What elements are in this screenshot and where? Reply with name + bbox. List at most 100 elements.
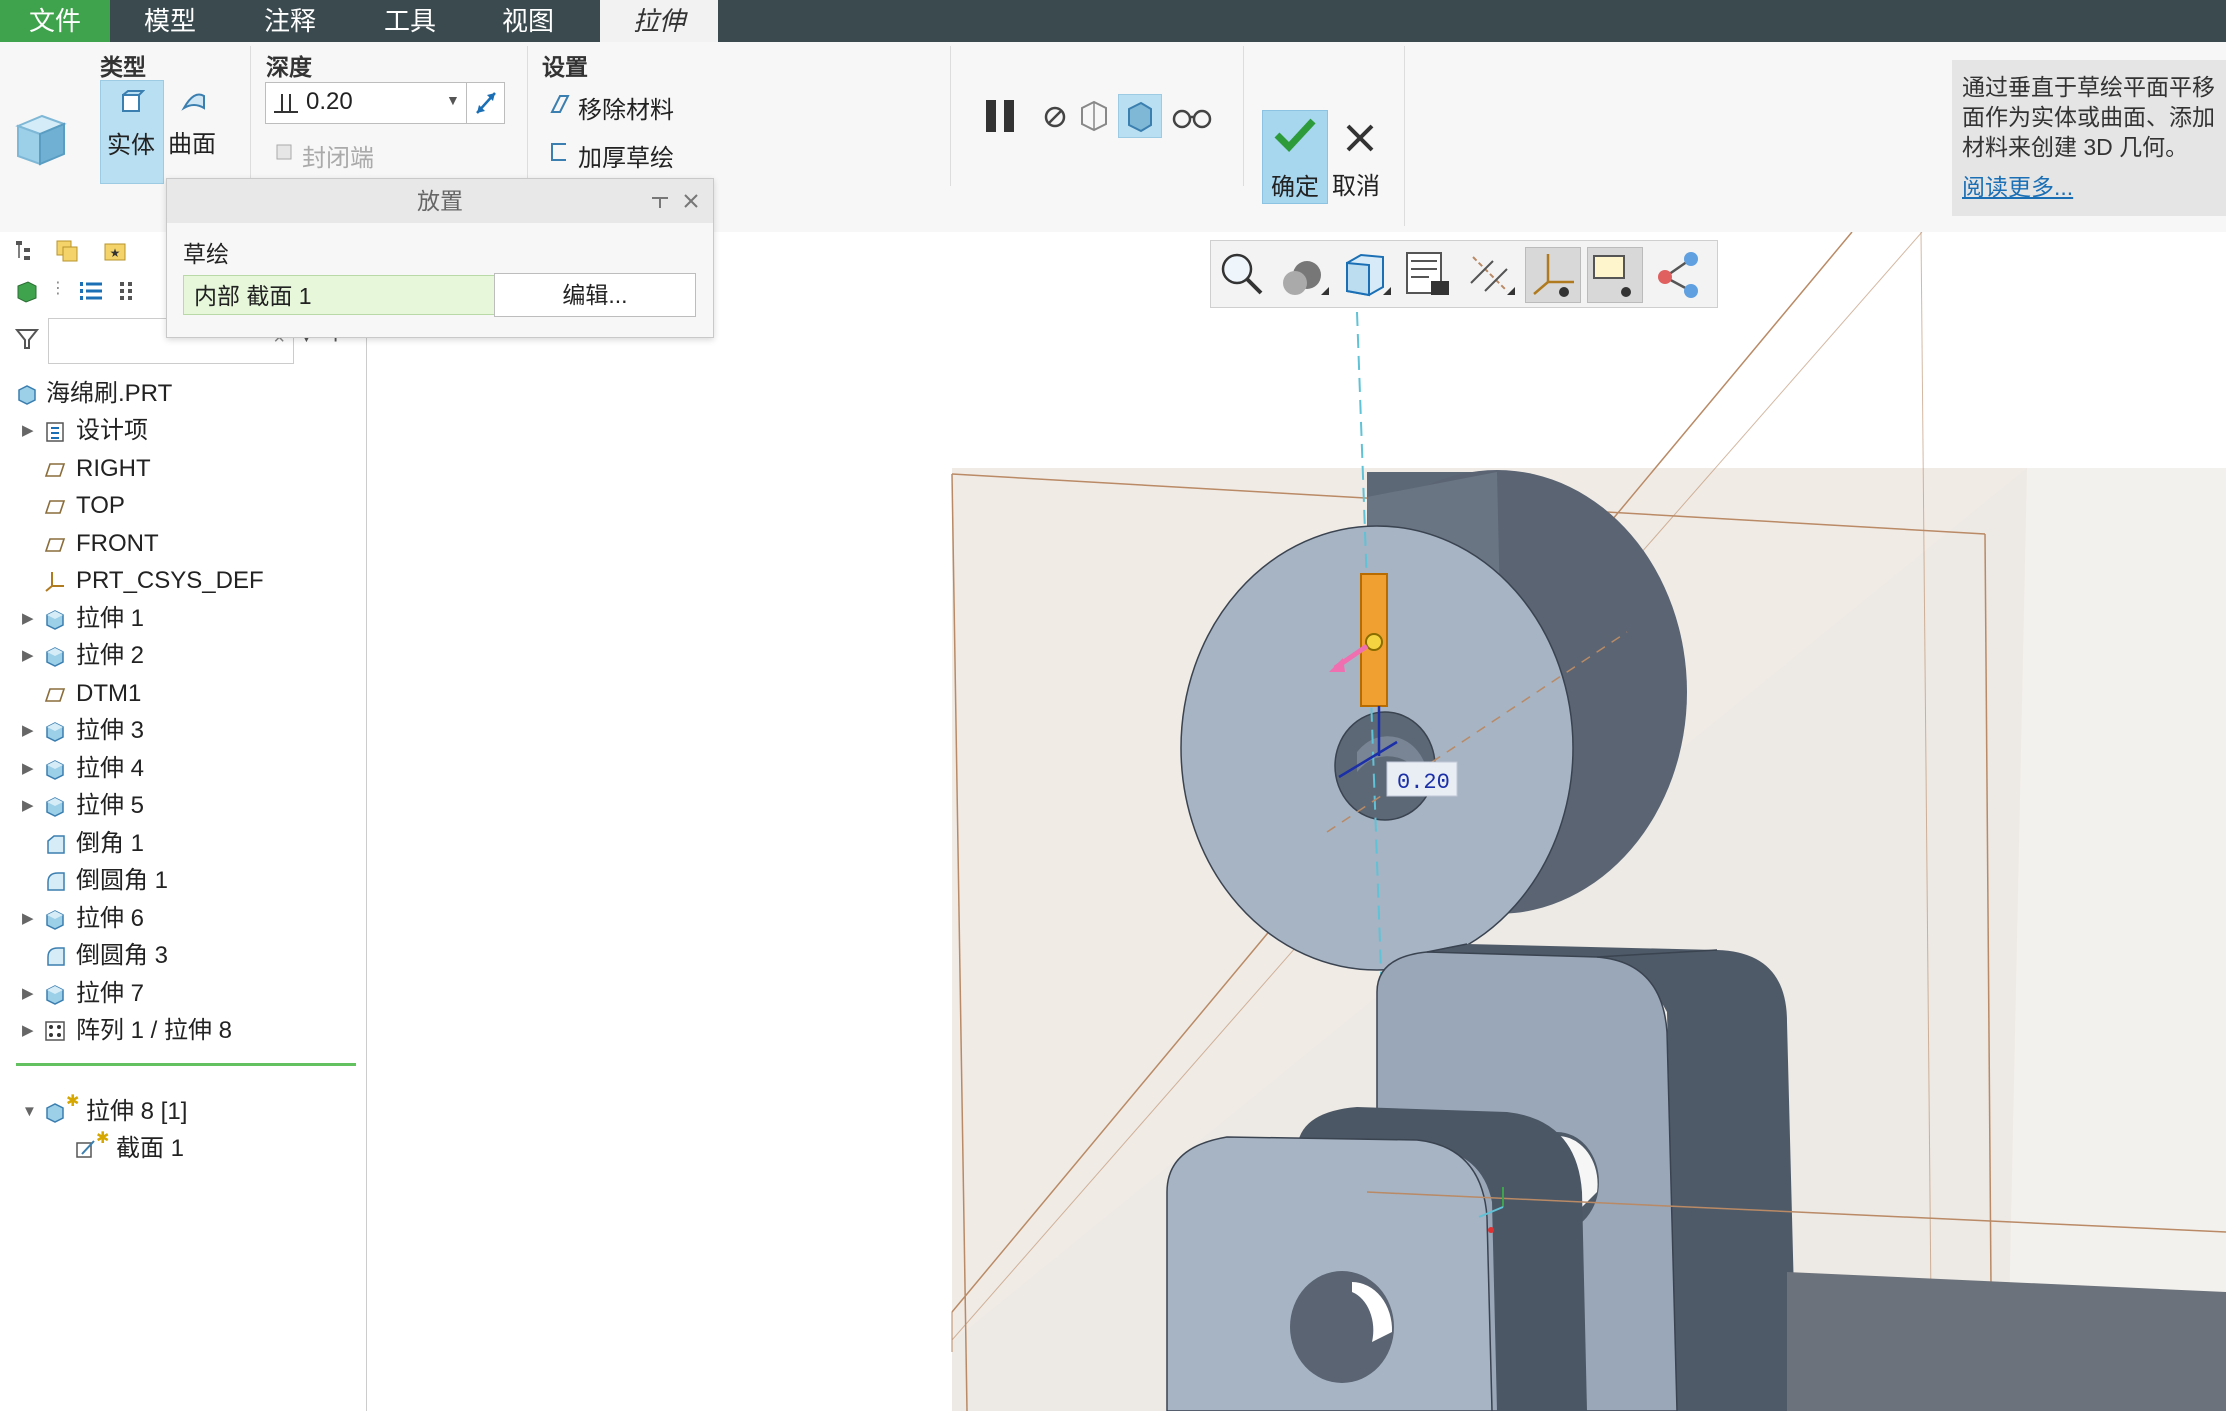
tree-item-label: 阵列 1 / 拉伸 8 bbox=[76, 1017, 233, 1044]
solid-button[interactable]: 实体 bbox=[100, 80, 164, 184]
tree-item-label: 拉伸 6 bbox=[76, 904, 145, 932]
cancel-label: 取消 bbox=[1332, 173, 1380, 200]
expand-icon[interactable]: ▶ bbox=[22, 901, 34, 937]
menu-annotate[interactable]: 注释 bbox=[250, 0, 330, 42]
new-section-star-icon: ✱ bbox=[96, 1130, 110, 1147]
view-toolbar bbox=[1210, 240, 1718, 308]
annotation-display-icon bbox=[1593, 255, 1631, 297]
menu-file[interactable]: 文件 bbox=[0, 0, 110, 42]
expand-icon[interactable]: ▶ bbox=[22, 713, 34, 749]
tree-item-label: 倒圆角 1 bbox=[76, 867, 169, 894]
drag-handle[interactable] bbox=[1365, 633, 1383, 651]
model-tree-tab-icon[interactable] bbox=[14, 238, 38, 264]
menu-model[interactable]: 模型 bbox=[130, 0, 210, 42]
part-display-icon[interactable] bbox=[14, 278, 40, 304]
depth-group-title: 深度 bbox=[266, 54, 312, 80]
placement-title: 放置 bbox=[167, 179, 713, 223]
extrude-icon bbox=[46, 722, 64, 742]
chamfer-icon bbox=[47, 834, 65, 854]
sketch-collector-field[interactable]: 内部 截面 1 bbox=[183, 275, 505, 315]
expand-icon[interactable]: ▶ bbox=[22, 976, 34, 1012]
extrude-icon bbox=[46, 909, 64, 930]
csys-display-button[interactable] bbox=[1525, 247, 1581, 303]
remove-material-toggle[interactable]: 移除材料 bbox=[548, 88, 698, 124]
thicken-sketch-icon bbox=[551, 143, 566, 161]
expand-icon[interactable]: ▶ bbox=[22, 1013, 34, 1049]
show-columns-icon[interactable] bbox=[114, 278, 140, 304]
annotation-display-button[interactable] bbox=[1587, 247, 1643, 303]
menu-extrude[interactable]: 拉伸 bbox=[600, 0, 718, 42]
base-block bbox=[1787, 1272, 2226, 1411]
depth-input[interactable]: 0.20 ▼ bbox=[265, 82, 505, 124]
remove-material-label: 移除材料 bbox=[578, 97, 674, 124]
expand-icon[interactable]: ▶ bbox=[22, 413, 34, 449]
tree-settings-icon[interactable] bbox=[78, 278, 104, 304]
graphics-viewport[interactable]: 0.20 bbox=[367, 232, 2226, 1411]
placement-panel: 放置 草绘 内部 截面 1 编辑... bbox=[166, 178, 714, 338]
saved-orientations-icon[interactable] bbox=[1339, 247, 1393, 301]
depth-value: 0.20 bbox=[306, 88, 353, 115]
cancel-button[interactable]: 取消 bbox=[1330, 110, 1392, 202]
tree-item-label: DTM1 bbox=[76, 679, 142, 707]
expand-icon[interactable]: ▶ bbox=[22, 601, 34, 637]
tree-item-label: RIGHT bbox=[76, 454, 151, 482]
thicken-sketch-toggle[interactable]: 加厚草绘 bbox=[548, 136, 698, 172]
tree-item-label: FRONT bbox=[76, 529, 159, 557]
verify-mode-icon[interactable] bbox=[1170, 102, 1214, 132]
spin-center-icon[interactable] bbox=[1651, 247, 1705, 301]
tree-item-label: 拉伸 5 bbox=[76, 792, 145, 819]
datum-plane-icon bbox=[44, 462, 66, 477]
geometry-preview-icon[interactable] bbox=[1076, 98, 1112, 134]
chevron-down-icon[interactable]: ▼ bbox=[446, 92, 460, 108]
collapse-icon[interactable]: ▼ bbox=[22, 1094, 37, 1130]
flip-direction-button[interactable] bbox=[466, 83, 504, 123]
part-icon bbox=[18, 385, 36, 405]
no-preview-icon[interactable] bbox=[1040, 102, 1070, 132]
extrude-icon bbox=[46, 984, 64, 1005]
menu-view[interactable]: 视图 bbox=[488, 0, 568, 42]
datum-plane-icon bbox=[44, 687, 66, 702]
read-more-link[interactable]: 阅读更多... bbox=[1962, 168, 2073, 202]
pin-icon[interactable] bbox=[649, 193, 671, 211]
csys-display-icon bbox=[1533, 254, 1574, 297]
favorites-tab-icon[interactable]: ★ bbox=[102, 238, 128, 264]
help-info-box: 通过垂直于草绘平面平移 面作为实体或曲面、添加 材料来创建 3D 几何。 阅读更… bbox=[1952, 60, 2226, 216]
display-style-icon[interactable] bbox=[1277, 247, 1331, 301]
insert-here-indicator[interactable] bbox=[16, 1063, 356, 1066]
datum-plane-icon bbox=[44, 500, 66, 514]
feature-preview-button[interactable] bbox=[1118, 94, 1162, 138]
model-tree-panel: ★ ⋮ × ▼ + 海绵刷.PRT ▶设计项RIGHTTOPFRONTPRT_C… bbox=[0, 232, 367, 1411]
close-panel-icon[interactable] bbox=[681, 191, 701, 211]
menu-tools[interactable]: 工具 bbox=[370, 0, 450, 42]
edit-sketch-button[interactable]: 编辑... bbox=[494, 273, 696, 317]
ok-label: 确定 bbox=[1271, 174, 1319, 201]
datum-display-icon[interactable] bbox=[1463, 247, 1517, 301]
view-manager-icon[interactable] bbox=[1401, 247, 1455, 301]
checkmark-icon bbox=[1274, 118, 1316, 153]
help-text: 通过垂直于草绘平面平移 面作为实体或曲面、添加 材料来创建 3D 几何。 bbox=[1962, 74, 2215, 160]
tree-root-label: 海绵刷.PRT bbox=[46, 380, 173, 407]
model-graphics[interactable]: 0.20 bbox=[367, 232, 2226, 1411]
flip-direction-icon bbox=[476, 92, 496, 114]
new-feature-star-icon: ✱ bbox=[66, 1093, 80, 1110]
tree-item-label: 拉伸 3 bbox=[76, 717, 145, 744]
tree-item-label: 拉伸 1 bbox=[76, 604, 145, 632]
expand-icon[interactable]: ▶ bbox=[22, 788, 34, 824]
cap-ends-label: 封闭端 bbox=[302, 145, 374, 172]
dimension-label[interactable]: 0.20 bbox=[1397, 770, 1450, 795]
surface-label: 曲面 bbox=[168, 131, 216, 158]
surface-button[interactable]: 曲面 bbox=[164, 80, 224, 182]
expand-icon[interactable]: ▶ bbox=[22, 751, 34, 787]
layer-tab-icon[interactable] bbox=[54, 238, 80, 264]
pattern-icon bbox=[45, 1021, 65, 1041]
zoom-to-fit-icon[interactable] bbox=[1215, 247, 1269, 301]
svg-text:★: ★ bbox=[110, 246, 121, 260]
pause-icon[interactable] bbox=[982, 96, 1020, 136]
ok-button[interactable]: 确定 bbox=[1262, 110, 1328, 204]
expand-icon[interactable]: ▶ bbox=[22, 638, 34, 674]
feature-preview-icon bbox=[1128, 101, 1152, 133]
extrude-icon bbox=[46, 797, 64, 817]
extrude-icon bbox=[46, 759, 64, 780]
filter-icon[interactable] bbox=[14, 326, 40, 352]
extrude-icon bbox=[46, 647, 64, 667]
